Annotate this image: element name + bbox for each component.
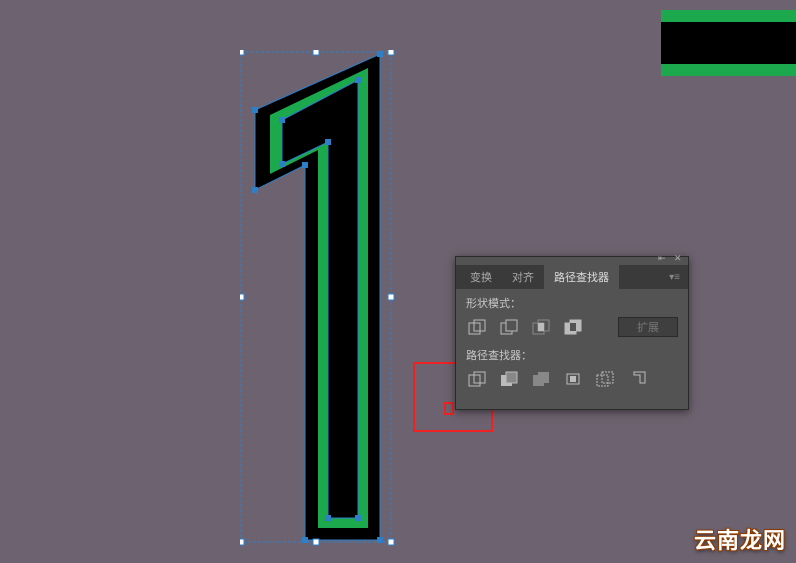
tab-align[interactable]: 对齐 <box>502 265 544 289</box>
panel-menu-icon[interactable]: ▾≡ <box>669 272 680 283</box>
black-stripe <box>661 22 796 64</box>
shape-modes-row: 扩展 <box>466 317 678 337</box>
selection-handle[interactable] <box>313 539 319 545</box>
watermark-text: 云南龙网 <box>694 523 786 555</box>
selection-handle[interactable] <box>240 539 244 545</box>
merge-icon[interactable] <box>530 369 552 389</box>
anchor-point[interactable] <box>252 107 258 113</box>
canvas-area[interactable]: ⇤ ✕ 变换 对齐 路径查找器 ▾≡ 形状模式： <box>0 0 796 563</box>
selection-handle[interactable] <box>240 50 244 55</box>
selection-handle[interactable] <box>240 294 244 300</box>
anchor-point[interactable] <box>325 139 331 145</box>
panel-close-icon[interactable]: ✕ <box>674 254 684 262</box>
green-stripe <box>661 10 796 22</box>
minus-front-icon[interactable] <box>498 317 520 337</box>
anchor-point[interactable] <box>377 51 383 57</box>
tab-pathfinder[interactable]: 路径查找器 <box>544 265 619 289</box>
anchor-point[interactable] <box>377 537 383 543</box>
intersect-icon[interactable] <box>530 317 552 337</box>
anchor-point[interactable] <box>252 187 258 193</box>
green-stripe <box>661 64 796 76</box>
anchor-point[interactable] <box>279 117 285 123</box>
anchor-point[interactable] <box>279 161 285 167</box>
divide-icon[interactable] <box>466 369 488 389</box>
anchor-point[interactable] <box>325 515 331 521</box>
anchor-point[interactable] <box>355 77 361 83</box>
minus-back-icon[interactable] <box>626 369 648 389</box>
pathfinders-row <box>466 369 678 389</box>
tab-transform[interactable]: 变换 <box>460 265 502 289</box>
anchor-point[interactable] <box>355 515 361 521</box>
unite-icon[interactable] <box>466 317 488 337</box>
outline-icon[interactable] <box>594 369 616 389</box>
selection-handle[interactable] <box>313 50 319 55</box>
exclude-icon[interactable] <box>562 317 584 337</box>
anchor-point[interactable] <box>302 162 308 168</box>
selection-handle[interactable] <box>388 539 394 545</box>
trim-icon[interactable] <box>498 369 520 389</box>
selection-handle[interactable] <box>388 294 394 300</box>
annotation-highlight-icon <box>444 402 454 415</box>
expand-button: 扩展 <box>618 317 678 337</box>
crop-icon[interactable] <box>562 369 584 389</box>
artwork-stripe-block <box>661 2 796 87</box>
pathfinders-label: 路径查找器： <box>466 347 678 363</box>
shape-modes-label: 形状模式： <box>466 295 678 311</box>
panel-tab-bar: 变换 对齐 路径查找器 ▾≡ <box>456 265 688 289</box>
panel-body: 形状模式： 扩展 路径查找器： <box>456 289 688 409</box>
panel-collapse-icon[interactable]: ⇤ <box>658 254 668 262</box>
panel-titlebar[interactable]: ⇤ ✕ <box>456 257 688 265</box>
pathfinder-panel: ⇤ ✕ 变换 对齐 路径查找器 ▾≡ 形状模式： <box>455 256 689 410</box>
anchor-point[interactable] <box>302 537 308 543</box>
selected-artwork-numeral-1[interactable] <box>240 50 400 550</box>
selection-handle[interactable] <box>388 50 394 55</box>
